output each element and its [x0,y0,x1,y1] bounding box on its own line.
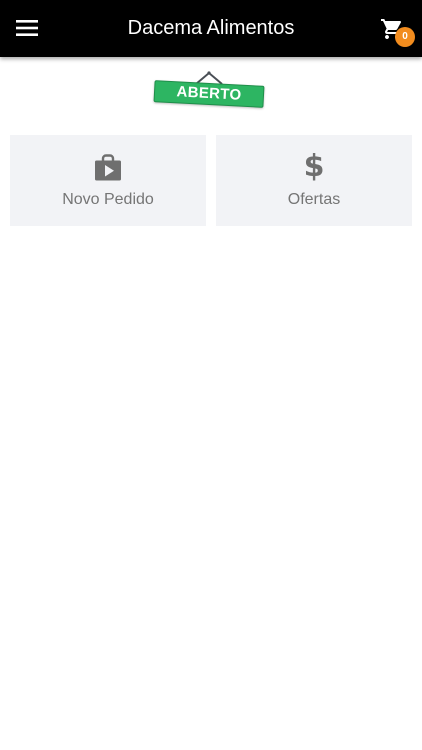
offers-label: Ofertas [287,191,341,208]
action-tiles: Novo Pedido $ Ofertas [10,135,412,226]
hamburger-menu-icon [16,20,38,36]
app-title: Dacema Alimentos [127,17,295,39]
offers-tile[interactable]: $ Ofertas [216,135,412,226]
app-bar: Dacema Alimentos 0 [0,0,422,57]
store-status-sign: ABERTO [148,70,270,114]
dollar-sign-icon: $ [303,149,325,184]
menu-button[interactable] [8,9,46,47]
store-status-badge: ABERTO [153,80,265,108]
new-order-label: Novo Pedido [62,191,154,208]
cart-button[interactable]: 0 [376,11,416,47]
cart-count-badge: 0 [395,27,415,47]
shopping-bag-play-icon [95,154,121,181]
new-order-tile[interactable]: Novo Pedido [10,135,206,226]
